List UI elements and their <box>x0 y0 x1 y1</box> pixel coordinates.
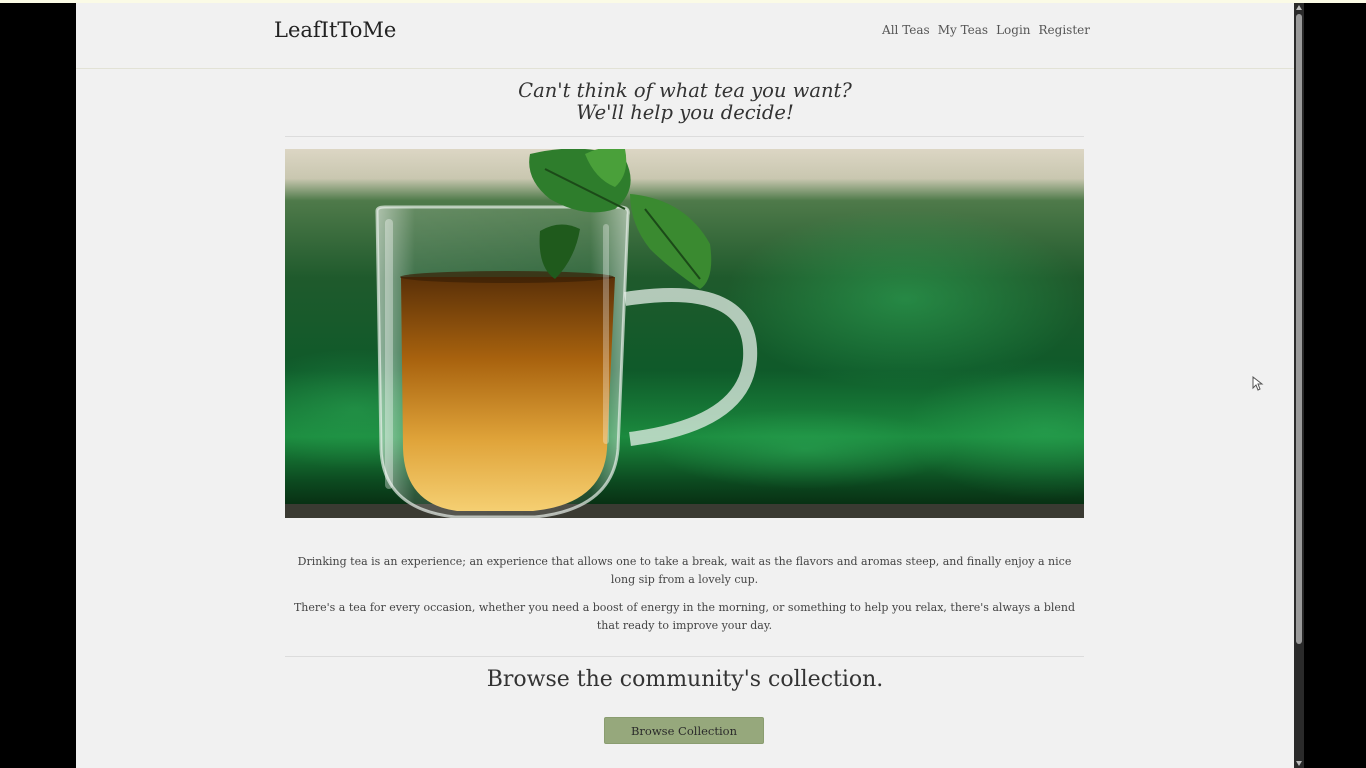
nav-all-teas[interactable]: All Teas <box>882 23 930 37</box>
navbar: LeafItToMe All Teas My Teas Login Regist… <box>76 3 1294 69</box>
scroll-down-arrow-icon[interactable] <box>1296 761 1302 766</box>
brand-logo[interactable]: LeafItToMe <box>274 18 396 42</box>
intro-paragraph-1: Drinking tea is an experience; an experi… <box>297 555 1072 586</box>
hero-heading-line1: Can't think of what tea you want? <box>518 79 852 102</box>
nav-my-teas[interactable]: My Teas <box>938 23 988 37</box>
hero-heading-line2: We'll help you decide! <box>576 101 794 124</box>
vertical-scrollbar[interactable] <box>1294 3 1304 768</box>
page-viewport: LeafItToMe All Teas My Teas Login Regist… <box>76 3 1294 768</box>
mouse-cursor-icon <box>1252 375 1264 396</box>
intro-paragraph-2: There's a tea for every occasion, whethe… <box>293 601 1076 632</box>
divider-top <box>285 136 1084 137</box>
nav-links: All Teas My Teas Login Register <box>882 23 1090 37</box>
nav-login[interactable]: Login <box>996 23 1030 37</box>
collection-title: Browse the community's collection. <box>486 667 884 692</box>
browse-collection-button[interactable]: Browse Collection <box>604 717 764 744</box>
divider-bottom <box>285 656 1084 657</box>
hero-heading: Can't think of what tea you want? We'll … <box>76 80 1294 124</box>
scrollbar-thumb[interactable] <box>1296 14 1302 644</box>
hero-image <box>285 149 1084 518</box>
scroll-up-arrow-icon[interactable] <box>1296 5 1302 10</box>
nav-register[interactable]: Register <box>1039 23 1090 37</box>
